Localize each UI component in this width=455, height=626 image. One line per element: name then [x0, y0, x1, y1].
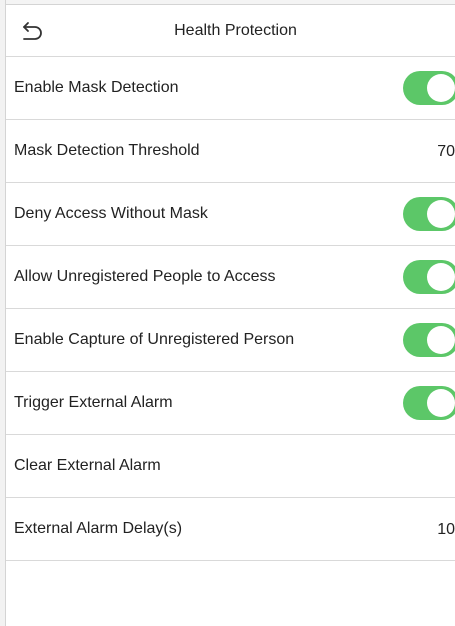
- allow-unregistered-access-toggle[interactable]: [403, 260, 455, 294]
- setting-label: Enable Mask Detection: [14, 79, 179, 96]
- enable-capture-unregistered-toggle[interactable]: [403, 323, 455, 357]
- toggle-knob: [427, 200, 455, 228]
- setting-row-external-alarm-delay[interactable]: External Alarm Delay(s) 10: [6, 498, 455, 561]
- trigger-external-alarm-toggle[interactable]: [403, 386, 455, 420]
- setting-row-mask-detection-threshold[interactable]: Mask Detection Threshold 70: [6, 120, 455, 183]
- toggle-knob: [427, 263, 455, 291]
- setting-label: Trigger External Alarm: [14, 394, 173, 411]
- setting-label: External Alarm Delay(s): [14, 520, 183, 537]
- setting-row-allow-unregistered-access[interactable]: Allow Unregistered People to Access: [6, 246, 455, 309]
- page-title: Health Protection: [174, 22, 297, 39]
- setting-label: Clear External Alarm: [14, 457, 161, 474]
- header-bar: Health Protection: [6, 5, 455, 57]
- toggle-knob: [427, 326, 455, 354]
- setting-label: Deny Access Without Mask: [14, 205, 208, 222]
- setting-row-enable-mask-detection[interactable]: Enable Mask Detection: [6, 57, 455, 120]
- setting-row-enable-capture-unregistered[interactable]: Enable Capture of Unregistered Person: [6, 309, 455, 372]
- setting-row-clear-external-alarm[interactable]: Clear External Alarm: [6, 435, 455, 498]
- setting-label: Mask Detection Threshold: [14, 142, 200, 159]
- setting-label: Enable Capture of Unregistered Person: [14, 331, 295, 348]
- toggle-knob: [427, 389, 455, 417]
- setting-label: Allow Unregistered People to Access: [14, 268, 276, 285]
- alarm-delay-value: 10: [437, 521, 455, 538]
- setting-row-deny-access-without-mask[interactable]: Deny Access Without Mask: [6, 183, 455, 246]
- toggle-knob: [427, 74, 455, 102]
- deny-access-without-mask-toggle[interactable]: [403, 197, 455, 231]
- setting-row-trigger-external-alarm[interactable]: Trigger External Alarm: [6, 372, 455, 435]
- enable-mask-detection-toggle[interactable]: [403, 71, 455, 105]
- threshold-value: 70: [437, 143, 455, 160]
- health-protection-screen: Health Protection Enable Mask Detection …: [6, 5, 455, 626]
